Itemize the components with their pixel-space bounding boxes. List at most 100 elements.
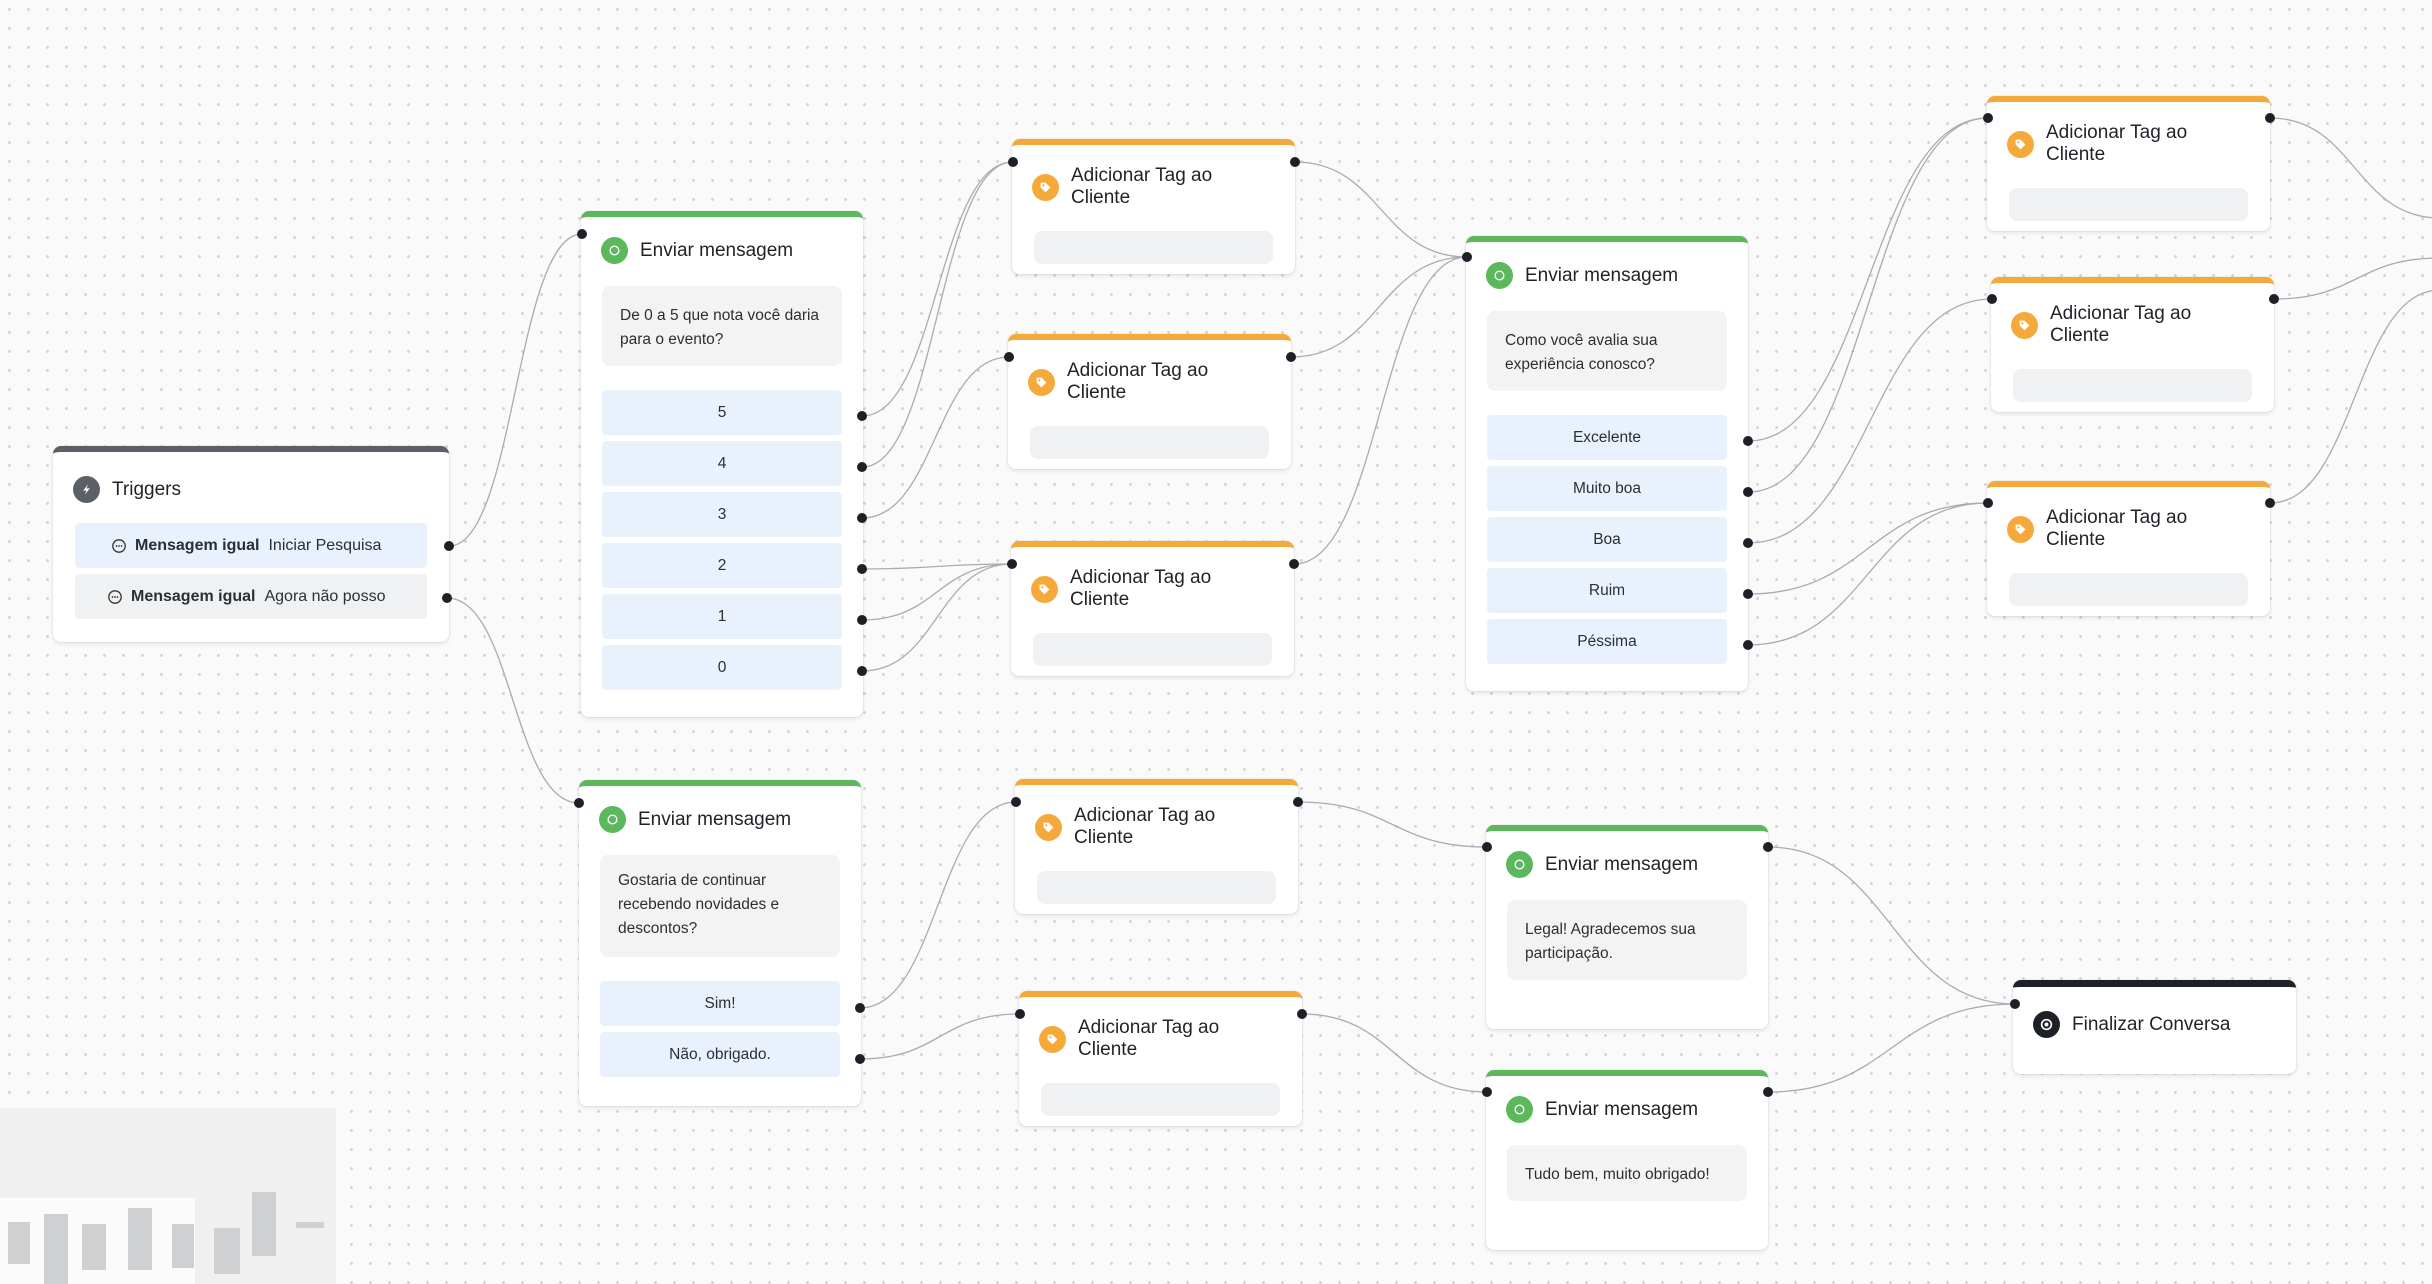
edge-line[interactable] bbox=[1747, 502, 1989, 646]
triggers-node[interactable]: Triggers Mensagem igual Iniciar Pesquisa… bbox=[53, 446, 449, 642]
connection-handle[interactable] bbox=[574, 798, 584, 808]
tag-node-8[interactable]: Adicionar Tag ao Cliente bbox=[1987, 481, 2270, 616]
trigger-row-iniciar-pesquisa[interactable]: Mensagem igual Iniciar Pesquisa bbox=[75, 523, 427, 568]
flow-canvas[interactable]: Triggers Mensagem igual Iniciar Pesquisa… bbox=[0, 0, 2432, 1284]
tag-node-7[interactable]: Adicionar Tag ao Cliente bbox=[1991, 277, 2274, 412]
connection-handle[interactable] bbox=[2265, 498, 2275, 508]
connection-handle[interactable] bbox=[1743, 538, 1753, 548]
connection-handle[interactable] bbox=[1482, 1087, 1492, 1097]
connection-handle[interactable] bbox=[1286, 352, 1296, 362]
edge-line[interactable] bbox=[861, 161, 1014, 468]
option-muito-boa[interactable]: Muito boa bbox=[1487, 466, 1727, 511]
edge-line[interactable] bbox=[859, 1013, 1021, 1060]
connection-handle[interactable] bbox=[857, 615, 867, 625]
edge-line[interactable] bbox=[1767, 1003, 2016, 1093]
end-conversation-node[interactable]: Finalizar Conversa bbox=[2013, 980, 2296, 1074]
tag-node-2[interactable]: Adicionar Tag ao Cliente bbox=[1008, 334, 1291, 469]
option-sim[interactable]: Sim! bbox=[600, 981, 840, 1026]
minimap[interactable] bbox=[0, 1108, 336, 1284]
edge-line[interactable] bbox=[861, 356, 1010, 519]
edge-line[interactable] bbox=[2269, 117, 2432, 219]
connection-handle[interactable] bbox=[1462, 252, 1472, 262]
edge-line[interactable] bbox=[1294, 161, 1468, 258]
connection-handle[interactable] bbox=[1293, 797, 1303, 807]
edge-line[interactable] bbox=[446, 597, 580, 804]
connection-handle[interactable] bbox=[1987, 294, 1997, 304]
tag-select[interactable] bbox=[1030, 426, 1269, 459]
trigger-row-agora-nao-posso[interactable]: Mensagem igual Agora não posso bbox=[75, 574, 427, 619]
connection-handle[interactable] bbox=[857, 411, 867, 421]
option-boa[interactable]: Boa bbox=[1487, 517, 1727, 562]
message-node-experience[interactable]: Enviar mensagem Como você avalia sua exp… bbox=[1466, 236, 1748, 691]
connection-handle[interactable] bbox=[855, 1054, 865, 1064]
connection-handle[interactable] bbox=[1763, 1087, 1773, 1097]
connection-handle[interactable] bbox=[857, 666, 867, 676]
connection-handle[interactable] bbox=[1482, 842, 1492, 852]
connection-handle[interactable] bbox=[857, 564, 867, 574]
message-node-goodbye[interactable]: Enviar mensagem Tudo bem, muito obrigado… bbox=[1486, 1070, 1768, 1250]
option-nao-obrigado[interactable]: Não, obrigado. bbox=[600, 1032, 840, 1077]
connection-handle[interactable] bbox=[1297, 1009, 1307, 1019]
edge-line[interactable] bbox=[448, 233, 583, 547]
edge-line[interactable] bbox=[859, 801, 1017, 1009]
edge-line[interactable] bbox=[1290, 256, 1468, 358]
connection-handle[interactable] bbox=[857, 462, 867, 472]
edge-line[interactable] bbox=[2269, 290, 2432, 504]
connection-handle[interactable] bbox=[1983, 113, 1993, 123]
connection-handle[interactable] bbox=[1743, 589, 1753, 599]
edge-line[interactable] bbox=[1747, 502, 1989, 595]
option-2[interactable]: 2 bbox=[602, 543, 842, 588]
connection-handle[interactable] bbox=[2269, 294, 2279, 304]
connection-handle[interactable] bbox=[1743, 487, 1753, 497]
tag-node-3[interactable]: Adicionar Tag ao Cliente bbox=[1011, 541, 1294, 676]
connection-handle[interactable] bbox=[1290, 157, 1300, 167]
tag-node-5[interactable]: Adicionar Tag ao Cliente bbox=[1019, 991, 1302, 1126]
edge-line[interactable] bbox=[1767, 846, 2016, 1005]
tag-select[interactable] bbox=[2009, 573, 2248, 606]
tag-node-6[interactable]: Adicionar Tag ao Cliente bbox=[1987, 96, 2270, 231]
connection-handle[interactable] bbox=[1983, 498, 1993, 508]
tag-select[interactable] bbox=[1033, 633, 1272, 666]
option-5[interactable]: 5 bbox=[602, 390, 842, 435]
connection-handle[interactable] bbox=[444, 541, 454, 551]
connection-handle[interactable] bbox=[1289, 559, 1299, 569]
connection-handle[interactable] bbox=[1743, 436, 1753, 446]
edge-line[interactable] bbox=[1747, 117, 1989, 493]
connection-handle[interactable] bbox=[2265, 113, 2275, 123]
message-node-rating[interactable]: Enviar mensagem De 0 a 5 que nota você d… bbox=[581, 211, 863, 717]
connection-handle[interactable] bbox=[1743, 640, 1753, 650]
edge-line[interactable] bbox=[2273, 257, 2432, 300]
connection-handle[interactable] bbox=[1008, 157, 1018, 167]
tag-select[interactable] bbox=[2009, 188, 2248, 221]
edge-line[interactable] bbox=[1297, 801, 1488, 848]
connection-handle[interactable] bbox=[1763, 842, 1773, 852]
edge-line[interactable] bbox=[861, 563, 1013, 570]
option-ruim[interactable]: Ruim bbox=[1487, 568, 1727, 613]
connection-handle[interactable] bbox=[1015, 1009, 1025, 1019]
tag-select[interactable] bbox=[1037, 871, 1276, 904]
connection-handle[interactable] bbox=[1007, 559, 1017, 569]
edge-line[interactable] bbox=[1747, 117, 1989, 442]
message-node-thanks[interactable]: Enviar mensagem Legal! Agradecemos sua p… bbox=[1486, 825, 1768, 1029]
tag-node-4[interactable]: Adicionar Tag ao Cliente bbox=[1015, 779, 1298, 914]
connection-handle[interactable] bbox=[577, 229, 587, 239]
connection-handle[interactable] bbox=[442, 593, 452, 603]
edge-line[interactable] bbox=[1747, 298, 1993, 544]
edge-line[interactable] bbox=[861, 161, 1014, 417]
tag-select[interactable] bbox=[1041, 1083, 1280, 1116]
message-node-newsletter[interactable]: Enviar mensagem Gostaria de continuar re… bbox=[579, 780, 861, 1106]
connection-handle[interactable] bbox=[2010, 999, 2020, 1009]
tag-select[interactable] bbox=[1034, 231, 1273, 264]
option-0[interactable]: 0 bbox=[602, 645, 842, 690]
connection-handle[interactable] bbox=[1011, 797, 1021, 807]
option-excelente[interactable]: Excelente bbox=[1487, 415, 1727, 460]
connection-handle[interactable] bbox=[857, 513, 867, 523]
option-3[interactable]: 3 bbox=[602, 492, 842, 537]
tag-node-1[interactable]: Adicionar Tag ao Cliente bbox=[1012, 139, 1295, 274]
tag-select[interactable] bbox=[2013, 369, 2252, 402]
option-4[interactable]: 4 bbox=[602, 441, 842, 486]
edge-line[interactable] bbox=[861, 563, 1013, 672]
edge-line[interactable] bbox=[1301, 1013, 1488, 1093]
option-1[interactable]: 1 bbox=[602, 594, 842, 639]
edge-line[interactable] bbox=[1293, 256, 1468, 565]
